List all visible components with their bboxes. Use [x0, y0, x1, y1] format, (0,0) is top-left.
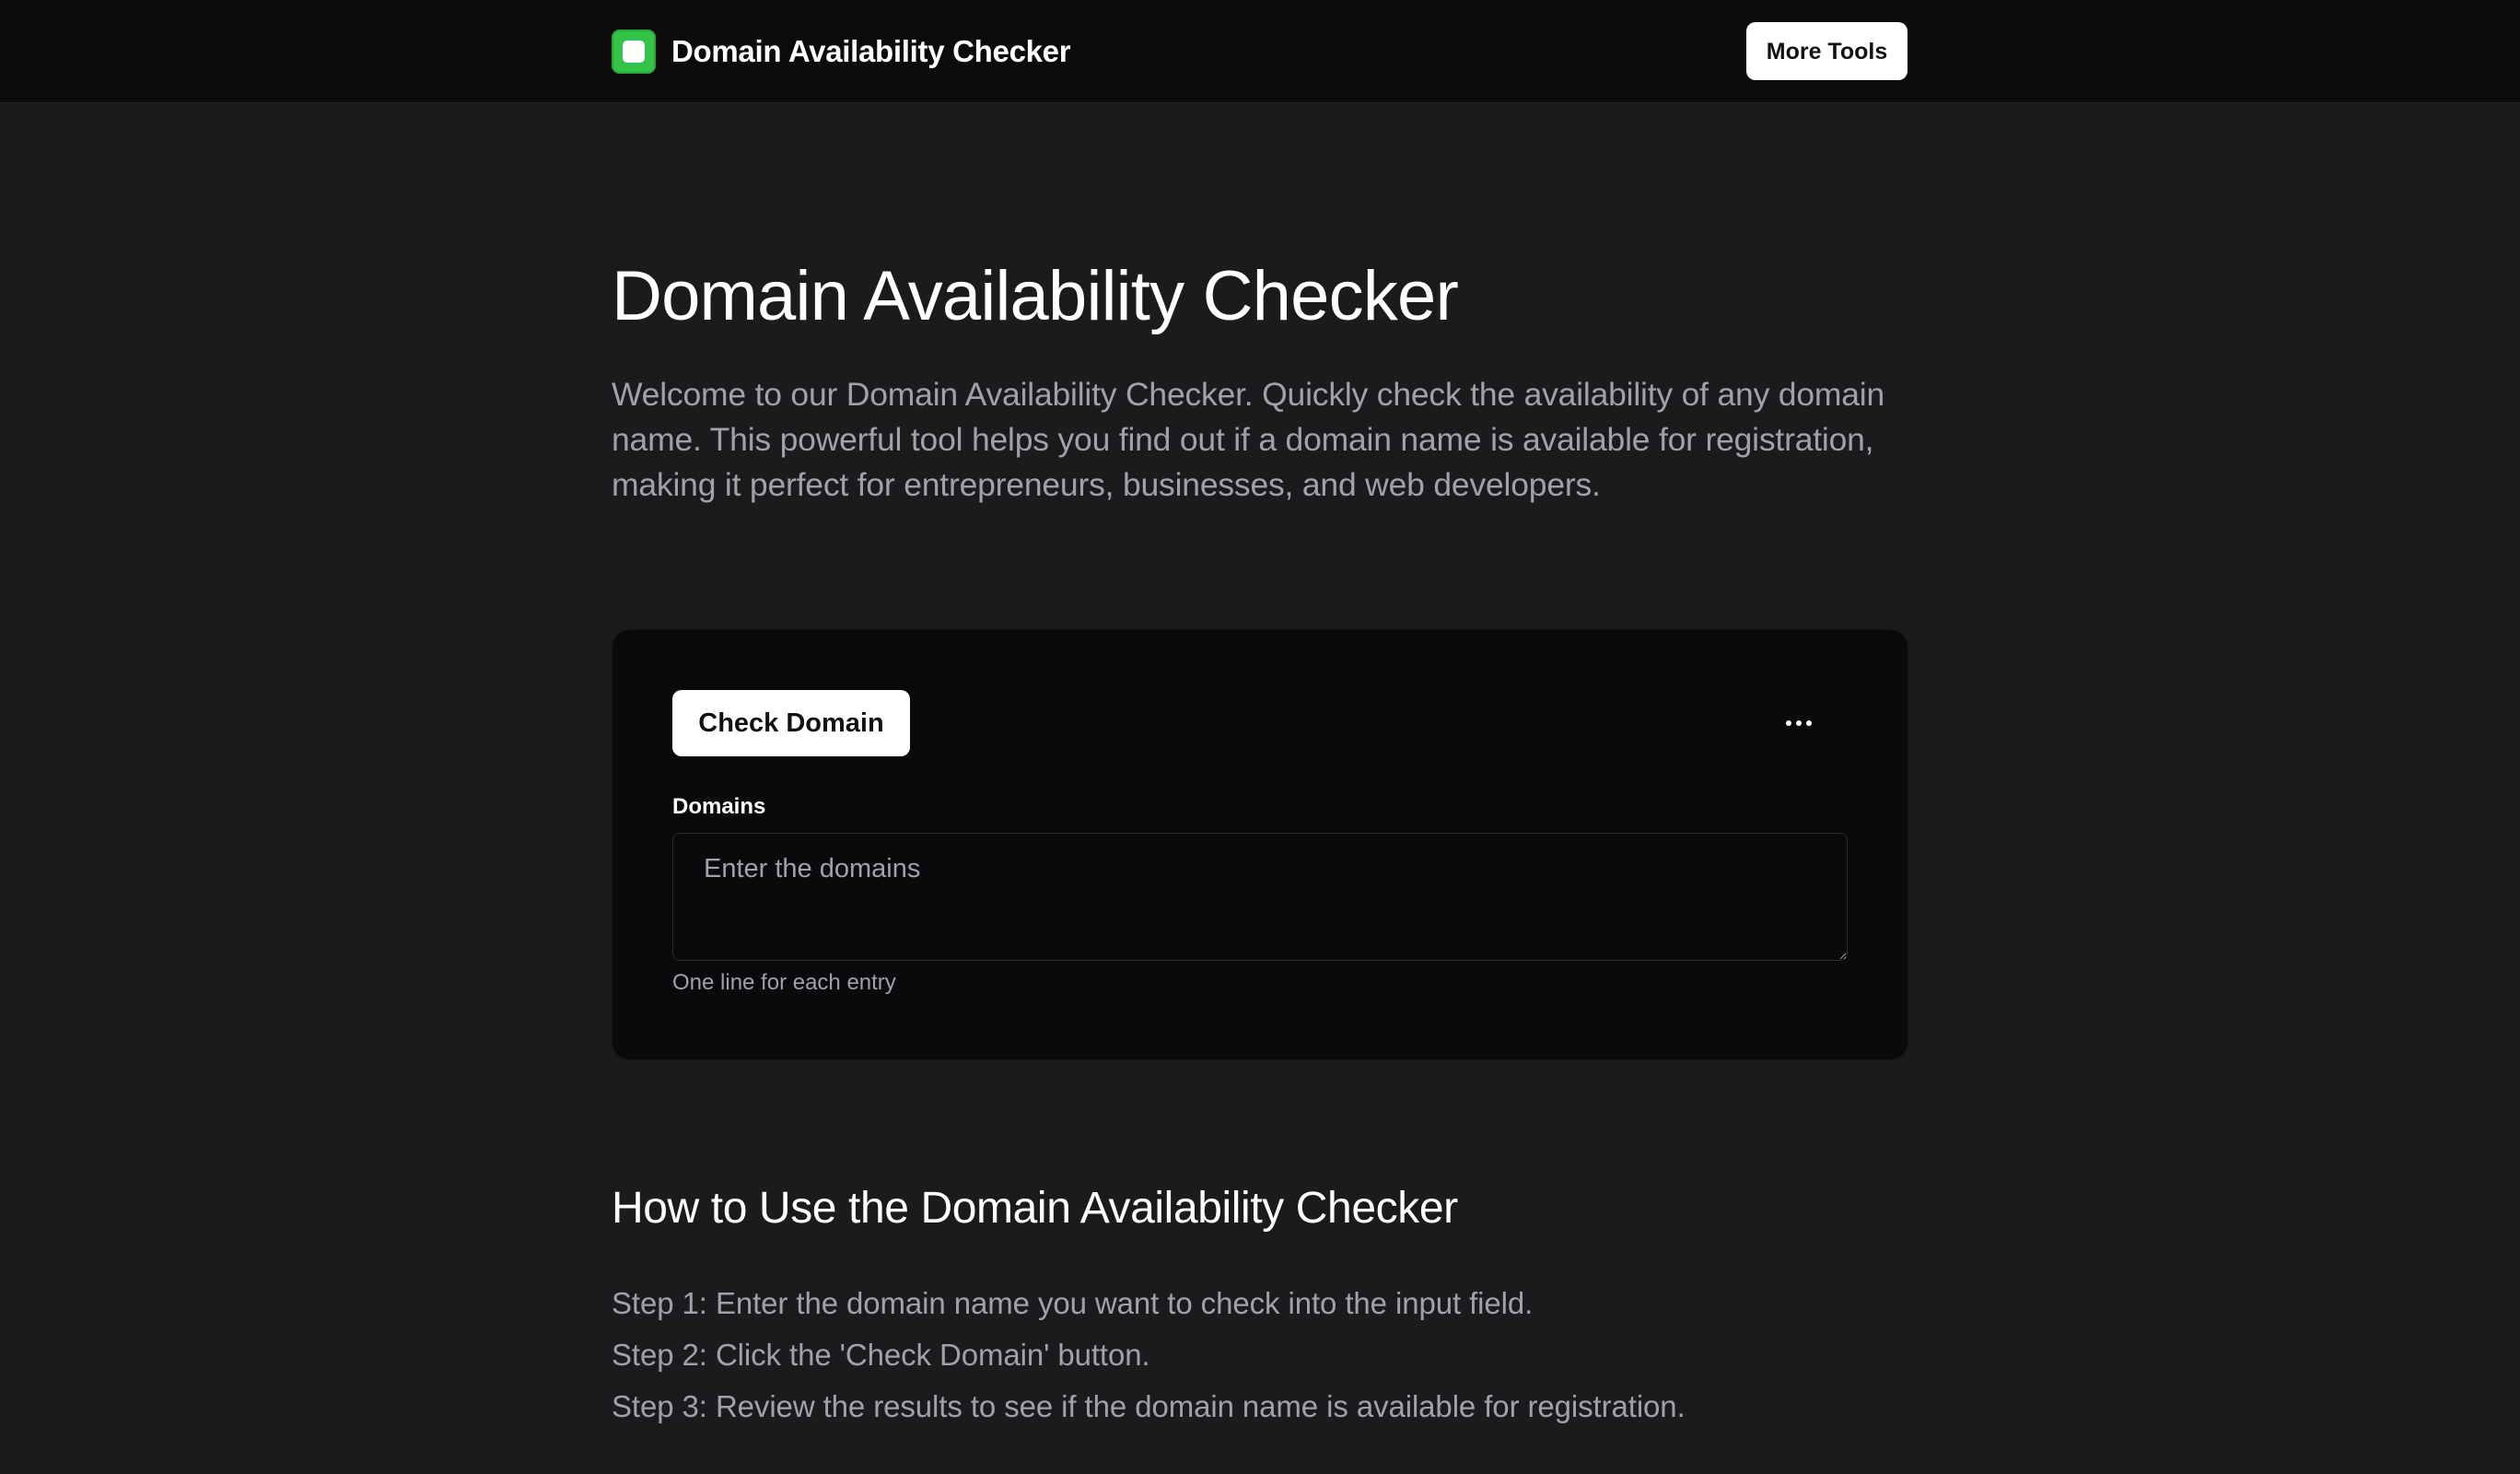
brand-name: Domain Availability Checker — [671, 34, 1071, 68]
domains-input[interactable] — [672, 833, 1848, 961]
more-horizontal-icon[interactable] — [1775, 699, 1823, 747]
check-domain-button[interactable]: Check Domain — [672, 690, 910, 756]
menu-dot — [1806, 720, 1812, 726]
top-navigation-bar: Domain Availability Checker More Tools — [0, 0, 2520, 103]
how-to-use-heading: How to Use the Domain Availability Check… — [612, 1184, 1458, 1233]
app-logo-icon — [612, 29, 656, 74]
menu-dot — [1786, 720, 1791, 726]
more-tools-button[interactable]: More Tools — [1746, 22, 1908, 80]
menu-dot — [1796, 720, 1802, 726]
domains-field-label: Domains — [672, 794, 766, 819]
domains-field-hint: One line for each entry — [672, 970, 896, 995]
step-item: Step 2: Click the 'Check Domain' button. — [612, 1338, 1150, 1372]
step-item: Step 3: Review the results to see if the… — [612, 1389, 1686, 1423]
how-to-steps-list: Step 1: Enter the domain name you want t… — [612, 1278, 1686, 1433]
domain-checker-card: Check Domain Domains One line for each e… — [612, 629, 1908, 1060]
step-item: Step 1: Enter the domain name you want t… — [612, 1286, 1534, 1320]
brand-link[interactable]: Domain Availability Checker — [612, 28, 1071, 76]
intro-paragraph: Welcome to our Domain Availability Check… — [612, 376, 1885, 503]
page-title: Domain Availability Checker — [612, 257, 1459, 335]
